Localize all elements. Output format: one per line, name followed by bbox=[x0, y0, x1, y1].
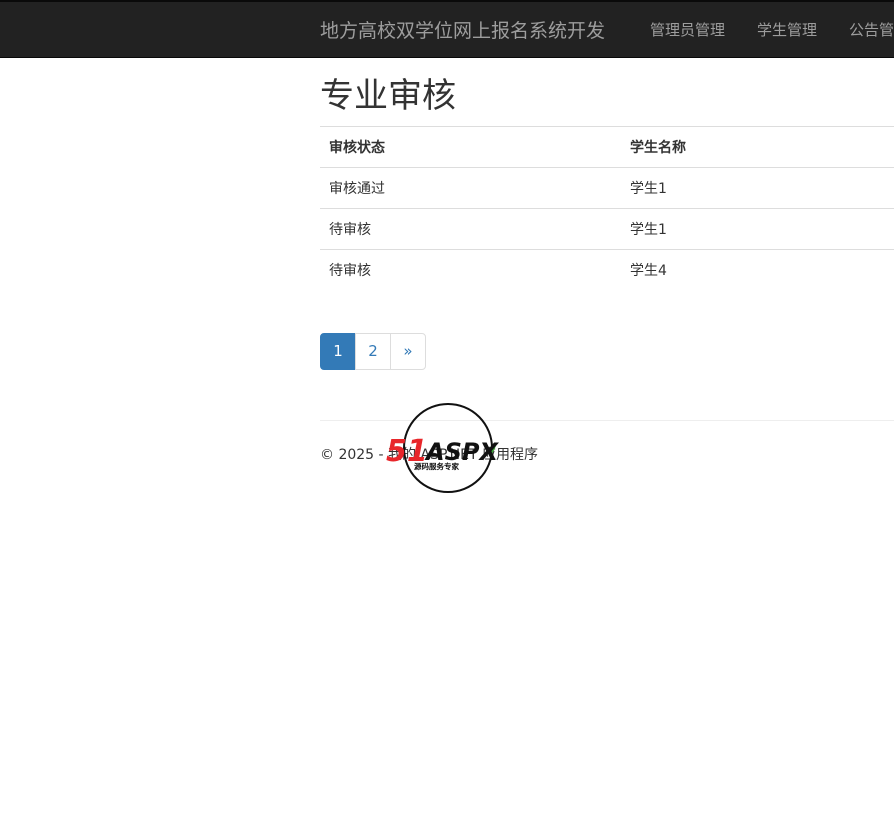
column-header-student-name: 学生名称 bbox=[621, 126, 894, 168]
table-header-row: 审核状态 学生名称 bbox=[320, 126, 894, 168]
page-link-1[interactable]: 1 bbox=[320, 333, 356, 370]
page-link-2[interactable]: 2 bbox=[355, 333, 391, 370]
watermark-logo: 51 ASPX 源码服务专家 bbox=[386, 403, 499, 493]
nav-item-admin-management[interactable]: 管理员管理 bbox=[634, 2, 741, 57]
top-navbar: 地方高校双学位网上报名系统开发 管理员管理 学生管理 公告管理 bbox=[0, 0, 894, 58]
nav-item-notice-management[interactable]: 公告管理 bbox=[833, 2, 894, 57]
page-title: 专业审核 bbox=[320, 76, 456, 116]
svg-text:源码服务专家: 源码服务专家 bbox=[414, 461, 459, 471]
review-table: 审核状态 学生名称 审核通过 学生1 待审核 学生1 待审核 学生4 bbox=[320, 126, 894, 290]
cell-student-name: 学生4 bbox=[621, 249, 894, 290]
cell-review-status: 待审核 bbox=[320, 249, 621, 290]
column-header-review-status: 审核状态 bbox=[320, 126, 621, 168]
cell-student-name: 学生1 bbox=[621, 208, 894, 250]
page-link-next[interactable]: » bbox=[390, 333, 426, 370]
table-row: 待审核 学生4 bbox=[320, 249, 894, 290]
navbar-menu: 管理员管理 学生管理 公告管理 bbox=[634, 2, 894, 57]
navbar-brand[interactable]: 地方高校双学位网上报名系统开发 bbox=[320, 16, 605, 43]
table-row: 审核通过 学生1 bbox=[320, 167, 894, 209]
nav-item-student-management[interactable]: 学生管理 bbox=[741, 2, 833, 57]
table-row: 待审核 学生1 bbox=[320, 208, 894, 250]
cell-review-status: 待审核 bbox=[320, 208, 621, 250]
cell-review-status: 审核通过 bbox=[320, 167, 621, 209]
pagination: 1 2 » bbox=[320, 333, 426, 370]
cell-student-name: 学生1 bbox=[621, 167, 894, 209]
